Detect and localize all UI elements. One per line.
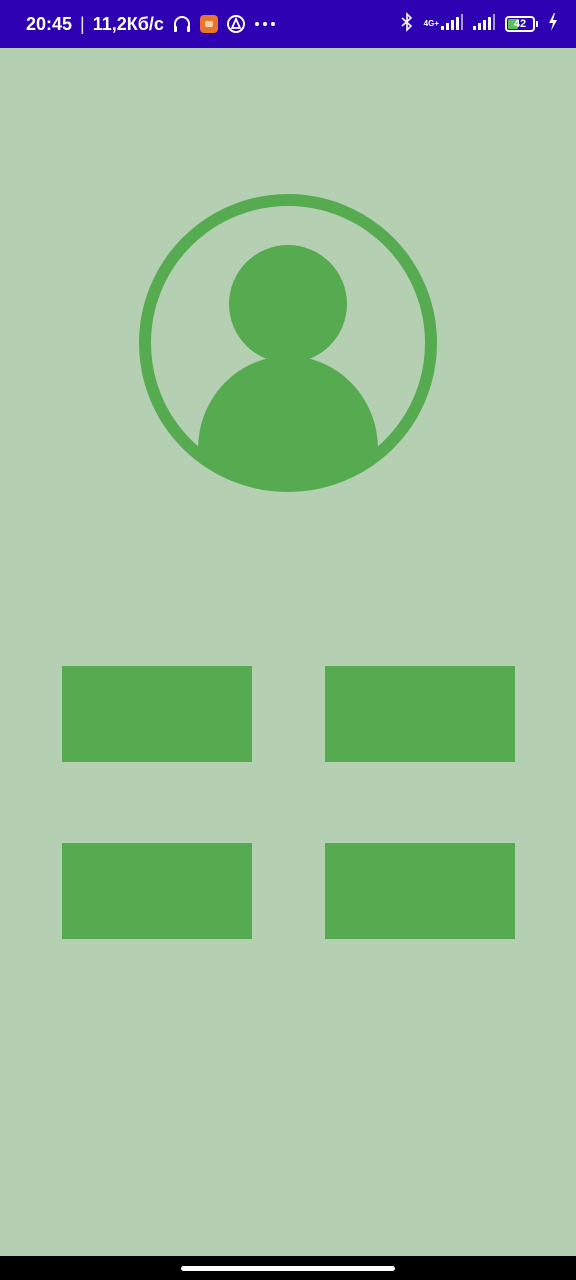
battery-tip — [536, 21, 538, 27]
home-indicator[interactable] — [181, 1266, 395, 1271]
more-icon — [254, 14, 276, 34]
network-type-label: 4G+ — [423, 19, 439, 28]
status-bar-right: 4G+ 42 — [400, 11, 558, 37]
battery-level-text: 42 — [513, 18, 527, 30]
app-notification-icon — [199, 15, 218, 33]
headphones-icon — [172, 14, 192, 34]
grid-button-2[interactable] — [325, 666, 515, 762]
bluetooth-icon — [400, 11, 414, 37]
network-speed: 11,2Кб/с — [92, 13, 164, 34]
navigation-bar — [0, 1256, 576, 1280]
charging-icon — [548, 12, 558, 36]
grid-button-3[interactable] — [62, 843, 252, 939]
grid-button-4[interactable] — [325, 843, 515, 939]
status-bar-left: 20:45 | 11,2Кб/с — [26, 14, 276, 35]
vpn-icon — [226, 14, 246, 34]
signal-icon — [441, 13, 463, 35]
status-separator: | — [80, 13, 85, 34]
status-time: 20:45 — [26, 13, 73, 34]
grid-button-1[interactable] — [62, 666, 252, 762]
status-bar: 20:45 | 11,2Кб/с 4G+ 42 — [0, 0, 576, 48]
signal-icon — [473, 13, 495, 35]
app-screen: 20:45 | 11,2Кб/с 4G+ 42 — [0, 0, 576, 1280]
user-avatar-icon[interactable] — [139, 194, 437, 492]
battery-icon: 42 — [505, 16, 535, 32]
